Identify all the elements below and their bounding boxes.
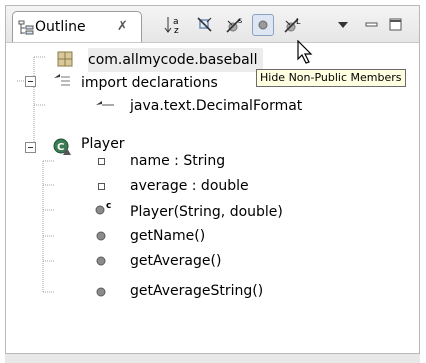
outline-tree: com.allmycode.baseball import declaratio… (6, 43, 419, 356)
mouse-cursor-icon (297, 39, 317, 70)
method-icon (95, 286, 107, 302)
member-label: name : String (130, 153, 226, 169)
tree-item-imports[interactable]: import declarations (81, 71, 218, 95)
minimize-icon (365, 22, 378, 27)
tree-item-package[interactable]: com.allmycode.baseball (88, 48, 263, 72)
hide-local-types-button[interactable]: L (282, 14, 304, 36)
import-container-icon (52, 73, 74, 95)
method-icon (95, 230, 107, 246)
imports-label: import declarations (81, 75, 218, 91)
field-icon (97, 155, 107, 171)
import-item-label: java.text.DecimalFormat (130, 98, 303, 114)
member-label: getAverage() (130, 253, 222, 269)
tree-item-member[interactable]: getAverageString() (130, 279, 263, 303)
package-icon (56, 50, 74, 72)
tooltip: Hide Non-Public Members (256, 69, 406, 87)
hide-non-public-icon (258, 20, 268, 30)
svg-text:C: C (57, 142, 64, 153)
view-menu-button[interactable] (332, 14, 354, 36)
outline-view: Outline ✗ a z s L com.allmycode.baseball… (5, 5, 420, 357)
outline-view-icon (18, 20, 34, 36)
tab-outline[interactable]: Outline ✗ (12, 11, 142, 42)
field-icon (97, 180, 107, 196)
member-label: average : double (130, 178, 249, 194)
sort-button[interactable]: a z (163, 14, 185, 36)
constructor-icon: c (94, 200, 116, 222)
class-label: Player (81, 136, 125, 152)
hide-non-public-button[interactable] (252, 14, 274, 36)
tree-item-member[interactable]: Player(String, double) (130, 200, 283, 224)
close-icon[interactable]: ✗ (117, 19, 128, 34)
method-icon (95, 255, 107, 271)
import-icon (94, 99, 116, 117)
tab-label: Outline (35, 19, 86, 35)
class-icon: C (52, 137, 72, 161)
member-label: Player(String, double) (130, 204, 283, 220)
maximize-icon (389, 18, 402, 31)
hide-fields-icon (197, 17, 212, 32)
maximize-button[interactable] (385, 14, 407, 36)
hide-static-button[interactable]: s (224, 14, 246, 36)
package-label: com.allmycode.baseball (88, 52, 258, 68)
sort-glyph-bottom: z (174, 26, 179, 35)
member-label: getAverageString() (130, 283, 264, 299)
tree-item-member[interactable]: name : String (130, 149, 225, 173)
constructor-badge: c (106, 201, 111, 211)
local-glyph: L (296, 17, 301, 26)
hide-local-types-icon: L (284, 17, 301, 33)
collapse-toggle-imports[interactable] (25, 76, 37, 92)
static-glyph: s (238, 16, 242, 25)
tree-item-member[interactable]: getAverage() (130, 249, 221, 273)
hide-static-icon: s (226, 16, 242, 33)
view-titlebar: Outline ✗ a z s L (6, 6, 419, 43)
sort-az-icon: a z (164, 17, 179, 35)
collapse-toggle-player[interactable] (25, 142, 37, 158)
tree-item-member[interactable]: average : double (130, 174, 249, 198)
tree-item-member[interactable]: getName() (130, 224, 205, 248)
hide-fields-button[interactable] (194, 14, 216, 36)
tree-item-player-class[interactable]: Player (81, 132, 125, 156)
tree-item-import[interactable]: java.text.DecimalFormat (130, 94, 302, 118)
dropdown-arrow-icon (338, 22, 348, 28)
member-label: getName() (130, 228, 206, 244)
minimize-button[interactable] (361, 14, 383, 36)
